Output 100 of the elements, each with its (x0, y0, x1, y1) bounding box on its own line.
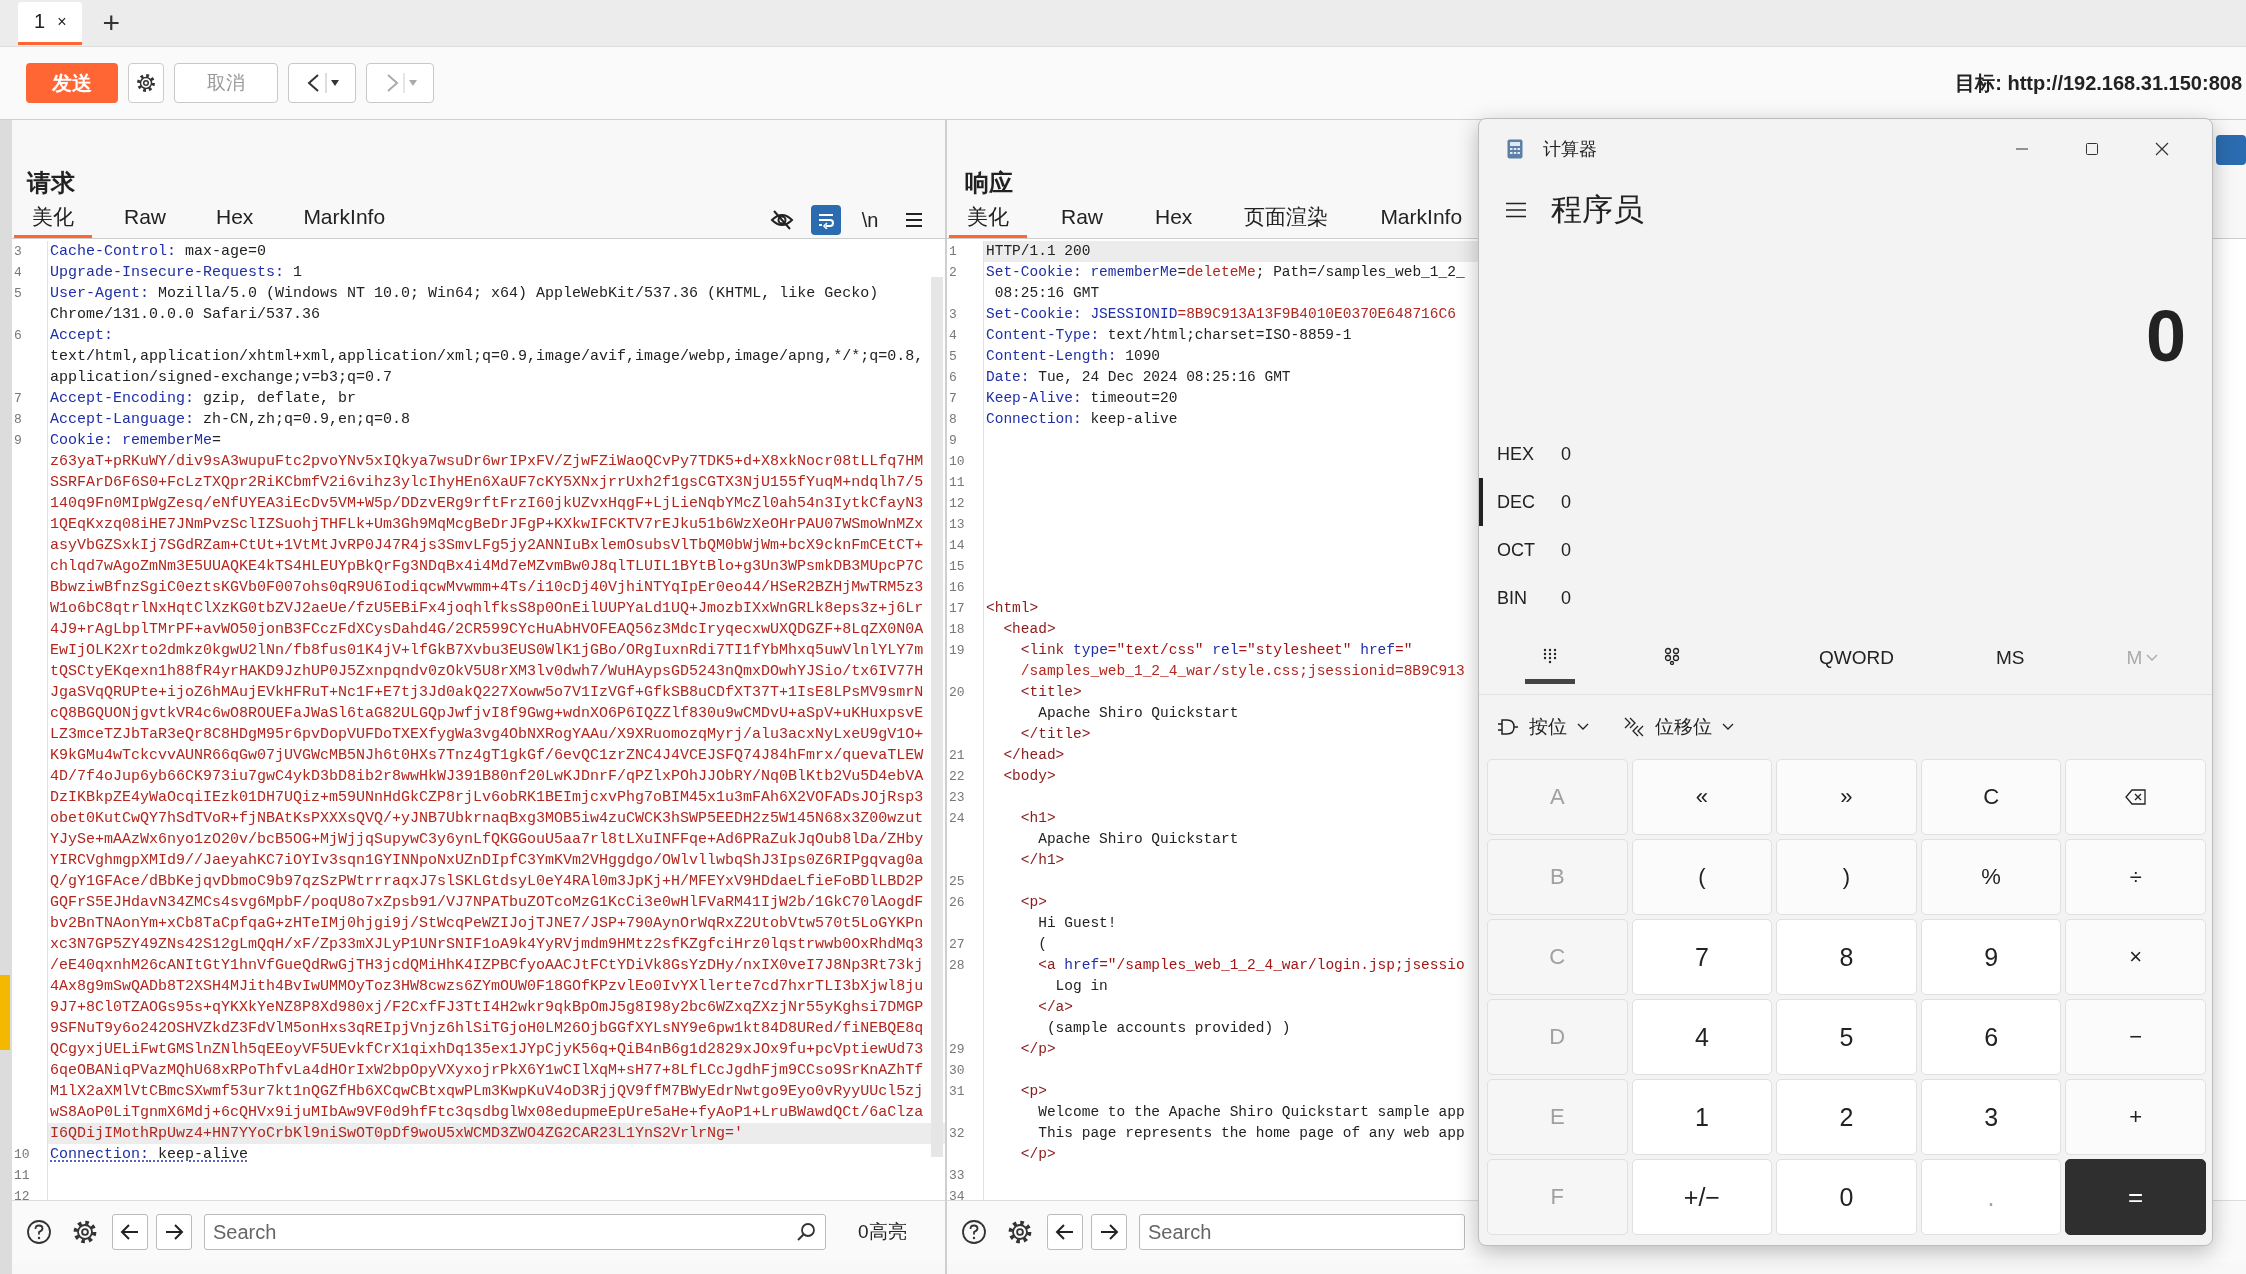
memory-store-button[interactable]: MS (1989, 646, 2031, 670)
calculator-key[interactable]: ) (1776, 839, 1917, 915)
calculator-key[interactable]: 5 (1776, 999, 1917, 1075)
view-tab[interactable]: MarkInfo (1362, 202, 1481, 238)
mode-title: 程序员 (1551, 191, 1644, 229)
view-tab[interactable]: Hex (1137, 202, 1211, 238)
function-dropdown[interactable]: 位移位 (1617, 713, 1740, 741)
base-option[interactable]: OCT 0 (1479, 526, 1679, 574)
line-number: 1 (949, 244, 957, 259)
calculator-key[interactable]: 0 (1776, 1159, 1917, 1235)
code-line: 4J9+rAgLbplTMrPF+avWO50jonB3FCczFdXCysDahd4G/2CR599CYcHuAbHVOFEAQ56z3MdcIryqecxwUXQDGZF+8LqZX0N0A (49, 620, 925, 640)
gear-icon (135, 71, 157, 95)
base-option[interactable]: BIN 0 (1479, 574, 1679, 622)
code-line: <title> (1019, 683, 1083, 702)
code-line: Accept: (49, 326, 114, 346)
code-line: Content-Type: text/html;charset=ISO-8859-1 (985, 326, 1353, 345)
calculator-key[interactable]: +/− (1631, 1159, 1773, 1235)
calculator-key[interactable]: − (2065, 999, 2206, 1075)
line-number: 3 (949, 307, 957, 322)
scrollbar[interactable] (931, 277, 943, 1157)
new-tab-button[interactable]: + (96, 6, 126, 40)
calculator-key[interactable]: = (2065, 1159, 2206, 1235)
code-line: QCgyxjUELiFwtGMSlnZNlh5qEEoyVF5UEvkfCrX1qixhDq135ex1JYpCjyK56q+QiB4nB6g1d2829xJOx9fu+pcVptiewUd73 (49, 1040, 925, 1060)
previous-icon[interactable] (1047, 1214, 1083, 1250)
code-line: cQ8BGQUONjgvtkVR4c6wO8ROUEFaJWaSl6taG82ULGQpJwfjvI8f9Gwg+wdnXO6P6IQZZlf830u9wCMDvU+aSpV+uKHuxpsvE (49, 704, 925, 724)
code-line: application/signed-exchange;v=b3;q=0.7 (49, 368, 394, 388)
line-number: 30 (949, 1063, 965, 1078)
view-tab[interactable]: Raw (106, 202, 184, 238)
calculator-key[interactable]: « (1631, 759, 1773, 835)
code-line: <link type="text/css" rel="stylesheet" href=" (1019, 641, 1414, 660)
code-line: YIRCVghmgpXMId9//JaeyahKC7iOYIv3sqn1GYINNpoNxUZnDIpfC3YmKVm2VHggdgo/OWlvllwbqShJ3Ips0Z6RIPgqvag0a (49, 851, 925, 871)
previous-icon[interactable] (112, 1214, 148, 1250)
wrap-icon[interactable] (811, 205, 841, 235)
line-number: 6 (14, 328, 22, 343)
line-number: 4 (949, 328, 957, 343)
calculator-key[interactable]: 1 (1631, 1079, 1773, 1155)
code-line: This page represents the home page of any web app (1037, 1124, 1466, 1143)
next-icon[interactable] (1091, 1214, 1127, 1250)
calculator-key[interactable]: ( (1631, 839, 1773, 915)
code-line: </a> (1037, 998, 1074, 1017)
code-line: EwIjOLK2Xrto2dmkz0kgwU2lNn/fb8fus01K4jV+lfGkB7Xvbu3EUS0WlK1jGBo/ORgIuxnRdi7TI1fYbMhxq5uwVlnlYLY7m (49, 641, 925, 661)
calculator-key[interactable]: × (2065, 919, 2206, 995)
close-icon[interactable] (2154, 141, 2170, 157)
code-line: 9J7+8Cl0TZAOGs95s+qYKXkYeNZ8P8Xd980xj/F2CxfFJ3TtI4H2wkr9qkBpOmJ5g8I98y2bc6WZxqZXzjNr55yKghsi7DMGP (49, 998, 925, 1018)
view-tab[interactable]: Hex (198, 202, 272, 238)
line-number: 29 (949, 1042, 965, 1057)
panel-toggle-icon[interactable] (2216, 135, 2246, 165)
calculator-key[interactable]: 9 (1920, 919, 2062, 995)
view-tab[interactable]: MarkInfo (285, 202, 404, 238)
calculator-key[interactable]: 4 (1631, 999, 1773, 1075)
code-editor[interactable] (12, 239, 945, 1200)
code-line: DzIKBkpZE4yWaOcqiIEzk01DH7UQiz+m59UNnHdGkCZP8rjLv6obRK1BEImjcxvPhg7oBIM45x1u3mFAh6X2VOFADsJOjRsp3 (49, 788, 925, 808)
calculator-key[interactable]: + (2065, 1079, 2206, 1155)
calculator-key[interactable]: » (1776, 759, 1917, 835)
code-line: YJySe+mAAzWx6nyo1zO20v/bcB5OG+MjWjjqSupywC3y6ynLfQKGGouU5aa7rl8tLXuINFFqe+Ad6PRaZukJqOub8lDa/ZHby (49, 830, 925, 850)
code-line: Connection: keep-alive (985, 410, 1179, 429)
code-line: W1o6bC8qtrlNxHqtClXzKG0tbZVJ2aeUe/fzU5EBiFx4joqhlfksS8p0OnEilUUPYaLd1UQ+JmozbIXxWnGRLk8eps3z+j6Lr (49, 599, 925, 619)
line-number: 13 (949, 517, 965, 532)
line-number: 8 (949, 412, 957, 427)
view-tab[interactable]: 页面渲染 (1226, 202, 1347, 238)
line-number: 31 (949, 1084, 965, 1099)
settings-button[interactable] (128, 63, 164, 103)
function-dropdown[interactable]: 按位 (1491, 713, 1595, 741)
base-option[interactable]: HEX 0 (1479, 430, 1679, 478)
line-number: 23 (949, 790, 965, 805)
code-line: <html> (985, 599, 1040, 618)
code-line: obet0KutCwQY7hSdTVoR+fjNBAtKsPXXXsQVQ/+yJNB7UbkrnaqBxg3MOB5iw4zuCWCK3hSWP5EEDH2z5W145N68x3Z00wzut (49, 809, 925, 829)
maximize-icon[interactable] (2084, 141, 2100, 157)
code-line: JgaSVqQRUPte+ijoZ6hMAujEVkHFRuT+Nc1F+E7tj3Jd0akQ227Xoww5o7V1IzVGf+GfkSB8uCDfXT37T+1IsE8LPsMV9smrN (49, 683, 925, 703)
calculator-key[interactable]: 3 (1920, 1079, 2062, 1155)
code-line: z63yaT+pRKuWY/div9sA3wupuFtc2pvoYNv5xIQkya7wsuDr6wrIPxFV/ZjwFZiWaoQCvPy7TDK5+d+X8xkNocr08tLLfq7HM (49, 452, 925, 472)
line-number: 25 (949, 874, 965, 889)
back-button[interactable] (288, 63, 356, 103)
calculator-key[interactable]: ÷ (2065, 839, 2206, 915)
code-line: <h1> (1019, 809, 1057, 828)
search-field[interactable]: Search (204, 1214, 826, 1250)
line-number: 15 (949, 559, 965, 574)
line-number: 17 (949, 601, 965, 616)
calculator-key[interactable]: 2 (1776, 1079, 1917, 1155)
session-tab[interactable]: 1 × (18, 1, 83, 45)
base-option[interactable]: DEC 0 (1479, 478, 1679, 526)
highlight-count: 0高亮 (858, 1220, 907, 1244)
window-title: 计算器 (1543, 138, 1597, 161)
panel-title: 请求 (25, 168, 75, 198)
calculator-key[interactable]: 7 (1631, 919, 1773, 995)
calculator-key[interactable]: 6 (1920, 999, 2062, 1075)
calculator-key[interactable]: % (1920, 839, 2062, 915)
calculator-key[interactable]: C (1920, 759, 2062, 835)
calculator-key[interactable]: 8 (1776, 919, 1917, 995)
search-field[interactable]: Search (1139, 1214, 1465, 1250)
line-number: 12 (14, 1189, 30, 1200)
line-number: 4 (14, 265, 22, 280)
line-number: 10 (14, 1147, 30, 1162)
word-size-button[interactable]: QWORD (1813, 646, 1900, 670)
code-line: Date: Tue, 24 Dec 2024 08:25:16 GMT (985, 368, 1292, 387)
next-icon[interactable] (156, 1214, 192, 1250)
view-tab[interactable]: Raw (1043, 202, 1121, 238)
code-line: 08:25:16 GMT (993, 284, 1101, 303)
newline-toggle[interactable]: \n (855, 205, 885, 235)
line-number: 18 (949, 622, 965, 637)
